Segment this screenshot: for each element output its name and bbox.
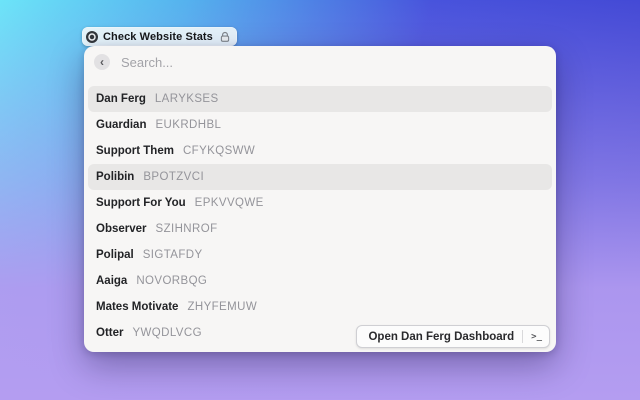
list-item-name: Guardian — [96, 119, 147, 131]
list-item-code: NOVORBQG — [136, 275, 208, 287]
list-item-code: SIGTAFDY — [142, 249, 203, 261]
list-item[interactable]: Polibin BPOTZVCI — [88, 164, 552, 190]
list-item[interactable]: Support For You EPKVVQWE — [88, 190, 552, 216]
list-item[interactable]: Polipal SIGTAFDY — [88, 242, 552, 268]
list-item-code: BPOTZVCI — [143, 171, 205, 183]
list-item[interactable]: Observer SZIHNROF — [88, 216, 552, 242]
list-item-name: Mates Motivate — [96, 301, 179, 313]
launcher-panel: ‹ Dan Ferg LARYKSES Guardian EUKRDHBL Su… — [84, 46, 556, 352]
command-pill[interactable]: Check Website Stats — [82, 27, 237, 46]
list-item[interactable]: Support Them CFYKQSWW — [88, 138, 552, 164]
list-item-name: Polibin — [96, 171, 135, 183]
button-divider — [522, 330, 524, 343]
list-item-name: Observer — [96, 223, 147, 235]
list-item-code: ZHYFEMUW — [187, 301, 258, 313]
desktop-background: { "pill": { "label": "Check Website Stat… — [0, 0, 640, 400]
open-dashboard-button[interactable]: Open Dan Ferg Dashboard >_ — [356, 325, 550, 348]
search-bar: ‹ — [84, 46, 556, 78]
list-item-code: SZIHNROF — [155, 223, 218, 235]
enter-shortcut-icon: >_ — [531, 331, 542, 342]
list-item-code: YWQDLVCG — [132, 327, 202, 339]
list-item[interactable]: Aaiga NOVORBQG — [88, 268, 552, 294]
record-dot-icon — [86, 30, 98, 43]
list-item-code: EUKRDHBL — [155, 119, 222, 131]
back-button[interactable]: ‹ — [94, 54, 110, 70]
chevron-left-icon: ‹ — [100, 54, 104, 69]
list-item-name: Support Them — [96, 145, 174, 157]
list-item-name: Dan Ferg — [96, 93, 146, 105]
open-dashboard-label: Open Dan Ferg Dashboard — [368, 330, 515, 343]
search-input[interactable] — [119, 53, 546, 71]
list-item[interactable]: Dan Ferg LARYKSES — [88, 86, 552, 112]
list-item-code: CFYKQSWW — [182, 145, 256, 157]
list-item-name: Polipal — [96, 249, 134, 261]
list-item-name: Otter — [96, 327, 124, 339]
list-item-name: Support For You — [96, 197, 186, 209]
list-item-code: EPKVVQWE — [194, 197, 264, 209]
command-pill-label: Check Website Stats — [103, 30, 213, 43]
lock-icon[interactable] — [218, 30, 233, 44]
results-list: Dan Ferg LARYKSES Guardian EUKRDHBL Supp… — [88, 86, 552, 352]
list-item[interactable]: Guardian EUKRDHBL — [88, 112, 552, 138]
list-item-name: Aaiga — [96, 275, 128, 287]
list-item-code: LARYKSES — [154, 93, 219, 105]
list-item[interactable]: Mates Motivate ZHYFEMUW — [88, 294, 552, 320]
